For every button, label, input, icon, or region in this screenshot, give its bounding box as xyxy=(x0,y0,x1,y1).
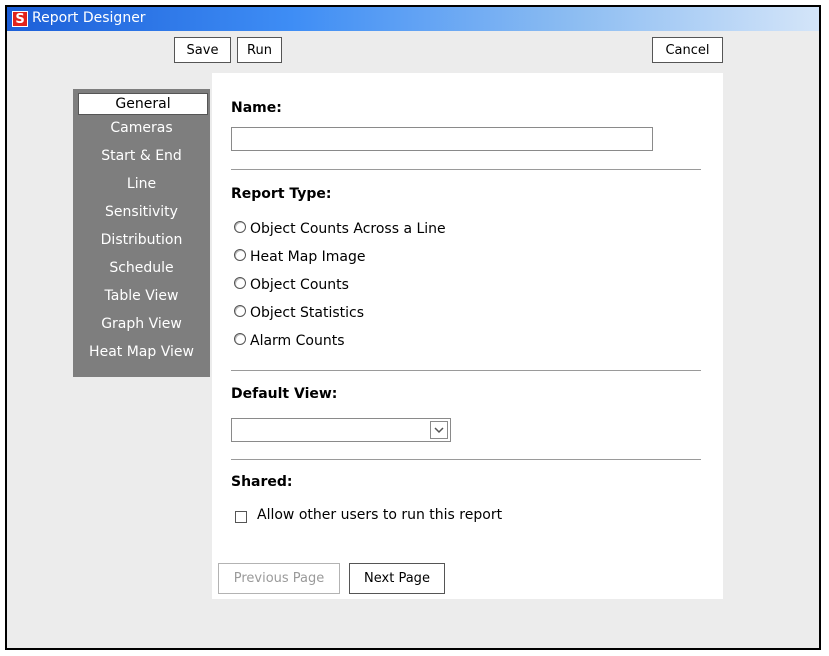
radio-label: Alarm Counts xyxy=(250,333,345,349)
cancel-button[interactable]: Cancel xyxy=(652,37,723,63)
radio-label: Heat Map Image xyxy=(250,249,366,265)
allow-others-checkbox[interactable] xyxy=(235,511,247,523)
default-view-select[interactable] xyxy=(231,418,451,442)
next-page-button[interactable]: Next Page xyxy=(349,563,445,594)
radio-label: Object Statistics xyxy=(250,305,365,321)
name-input[interactable] xyxy=(231,127,653,151)
divider xyxy=(231,169,701,170)
sidebar-item-sensitivity[interactable]: Sensitivity xyxy=(73,199,210,227)
allow-others-label: Allow other users to run this report xyxy=(257,507,503,523)
sidebar-item-schedule[interactable]: Schedule xyxy=(73,255,210,283)
radio-button[interactable] xyxy=(234,333,246,345)
sidebar-item-general[interactable]: General xyxy=(78,93,208,115)
save-button[interactable]: Save xyxy=(174,37,231,63)
sidebar-item-table-view[interactable]: Table View xyxy=(73,283,210,311)
dropdown-button[interactable] xyxy=(430,421,448,439)
sidebar-nav: General Cameras Start & End Line Sensiti… xyxy=(73,89,210,377)
sidebar-item-start-end[interactable]: Start & End xyxy=(73,143,210,171)
report-type-heading: Report Type: xyxy=(231,186,332,202)
shared-heading: Shared: xyxy=(231,474,293,490)
sidebar-item-line[interactable]: Line xyxy=(73,171,210,199)
radio-button[interactable] xyxy=(234,277,246,289)
general-panel: Name: Report Type: Object Counts Across … xyxy=(212,73,723,599)
radio-label: Object Counts xyxy=(250,277,349,293)
name-heading: Name: xyxy=(231,100,282,116)
radio-label: Object Counts Across a Line xyxy=(250,221,446,237)
previous-page-button[interactable]: Previous Page xyxy=(218,563,340,594)
report-designer-window: S Report Designer Save Run Cancel Genera… xyxy=(5,5,821,650)
sidebar-item-heat-map-view[interactable]: Heat Map View xyxy=(73,339,210,367)
divider xyxy=(231,459,701,460)
radio-button[interactable] xyxy=(234,249,246,261)
radio-button[interactable] xyxy=(234,221,246,233)
run-button[interactable]: Run xyxy=(237,37,282,63)
sidebar-item-graph-view[interactable]: Graph View xyxy=(73,311,210,339)
app-logo-icon: S xyxy=(12,11,28,27)
divider xyxy=(231,370,701,371)
default-view-heading: Default View: xyxy=(231,386,338,402)
radio-button[interactable] xyxy=(234,305,246,317)
sidebar-item-distribution[interactable]: Distribution xyxy=(73,227,210,255)
window-title: Report Designer xyxy=(32,10,146,26)
sidebar-item-cameras[interactable]: Cameras xyxy=(73,115,210,143)
title-bar: S Report Designer xyxy=(7,7,819,31)
chevron-down-icon xyxy=(434,427,444,434)
